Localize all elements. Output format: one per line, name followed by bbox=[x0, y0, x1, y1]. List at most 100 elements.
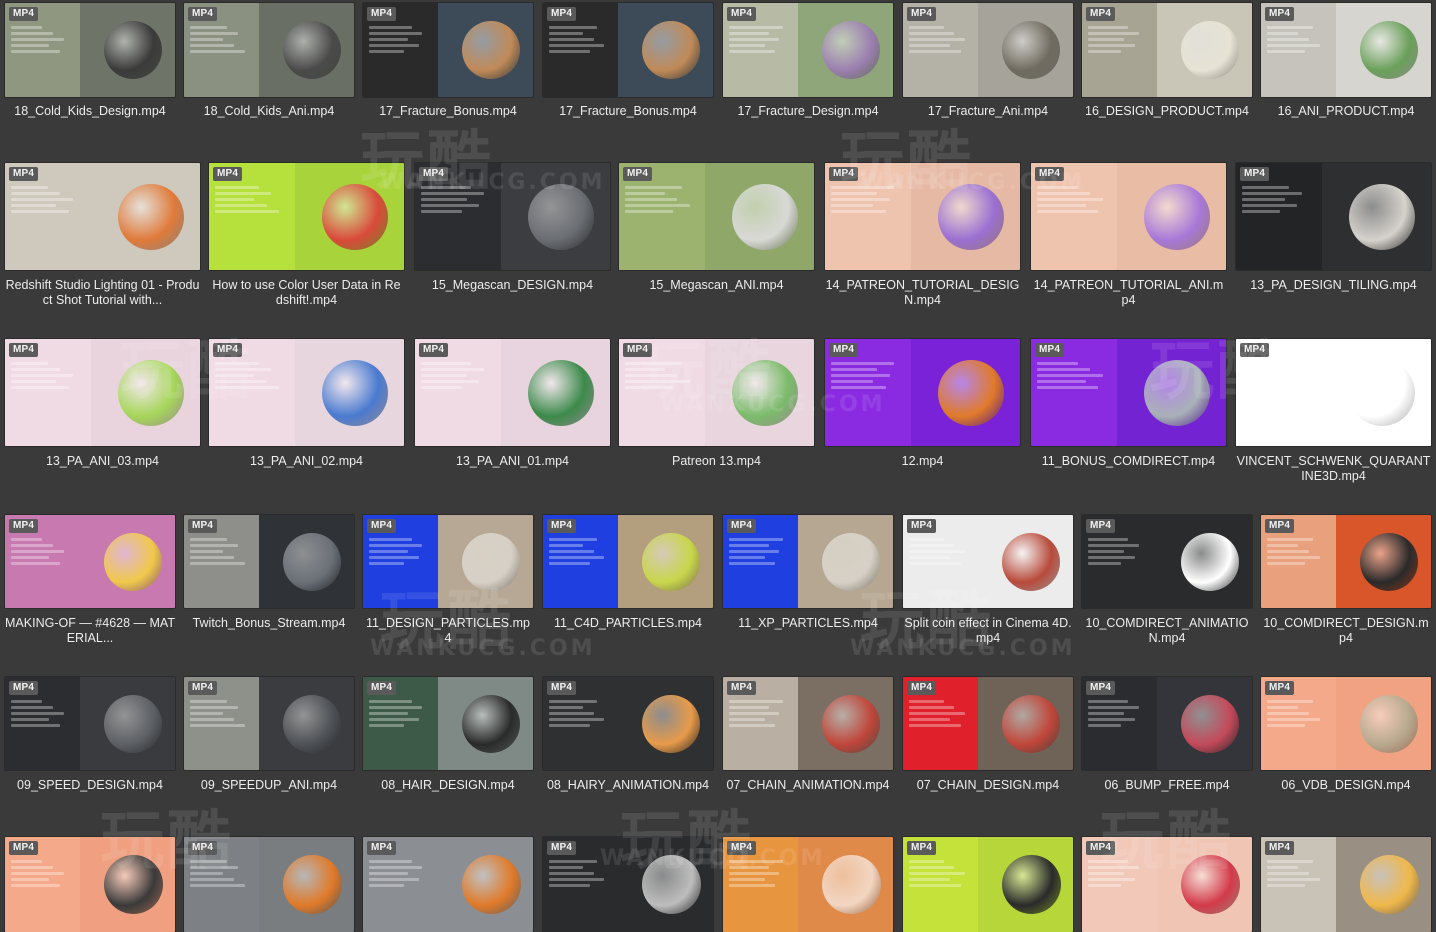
file-tile[interactable]: MP4 14_PATREON_TUTORIAL_ANI.mp4 bbox=[1031, 163, 1226, 312]
mp4-badge: MP4 bbox=[188, 841, 218, 855]
file-tile[interactable]: MP4 bbox=[903, 837, 1073, 932]
video-thumbnail[interactable]: MP4 bbox=[825, 163, 1020, 270]
video-thumbnail[interactable]: MP4 bbox=[723, 515, 893, 608]
video-thumbnail[interactable]: MP4 bbox=[1236, 163, 1431, 270]
thumbnail-artwork bbox=[1181, 21, 1239, 79]
file-tile[interactable]: MP4 06_BUMP_FREE.mp4 bbox=[1082, 677, 1252, 808]
video-thumbnail[interactable]: MP4 bbox=[1082, 837, 1252, 932]
file-tile[interactable]: MP4 08_HAIRY_ANIMATION.mp4 bbox=[543, 677, 713, 808]
video-thumbnail[interactable]: MP4 bbox=[1236, 339, 1431, 446]
video-thumbnail[interactable]: MP4 bbox=[723, 837, 893, 932]
video-thumbnail[interactable]: MP4 bbox=[363, 677, 533, 770]
video-thumbnail[interactable]: MP4 bbox=[1261, 677, 1431, 770]
file-tile[interactable]: MP4 11_XP_PARTICLES.mp4 bbox=[723, 515, 893, 650]
video-thumbnail[interactable]: MP4 bbox=[363, 3, 533, 97]
file-tile[interactable]: MP4 Twitch_Bonus_Stream.mp4 bbox=[184, 515, 354, 650]
video-thumbnail[interactable]: MP4 bbox=[825, 339, 1020, 446]
thumbnail-artwork bbox=[283, 21, 341, 79]
video-thumbnail[interactable]: MP4 bbox=[619, 163, 814, 270]
file-tile[interactable]: MP4 13_PA_ANI_03.mp4 bbox=[5, 339, 200, 488]
video-thumbnail[interactable]: MP4 bbox=[5, 339, 200, 446]
video-thumbnail[interactable]: MP4 bbox=[363, 837, 533, 932]
file-tile[interactable]: MP4 10_COMDIRECT_ANIMATION.mp4 bbox=[1082, 515, 1252, 650]
video-thumbnail[interactable]: MP4 bbox=[903, 837, 1073, 932]
file-tile[interactable]: MP4 17_Fracture_Bonus.mp4 bbox=[543, 3, 713, 138]
video-thumbnail[interactable]: MP4 bbox=[209, 339, 404, 446]
file-tile[interactable]: MP4 bbox=[184, 837, 354, 932]
file-tile[interactable]: MP4 15_Megascan_ANI.mp4 bbox=[619, 163, 814, 312]
video-thumbnail[interactable]: MP4 bbox=[184, 3, 354, 97]
file-tile[interactable]: MP4 09_SPEEDUP_ANI.mp4 bbox=[184, 677, 354, 808]
file-tile[interactable]: MP4 How to use Color User Data in Redshif… bbox=[209, 163, 404, 312]
video-thumbnail[interactable]: MP4 bbox=[619, 339, 814, 446]
file-tile[interactable]: MP4 13_PA_DESIGN_TILING.mp4 bbox=[1236, 163, 1431, 312]
file-tile[interactable]: MP4 07_CHAIN_ANIMATION.mp4 bbox=[723, 677, 893, 808]
file-tile[interactable]: MP4 18_Cold_Kids_Design.mp4 bbox=[5, 3, 175, 138]
video-thumbnail[interactable]: MP4 bbox=[5, 677, 175, 770]
file-tile[interactable]: MP4 bbox=[363, 837, 533, 932]
thumbnail-artwork bbox=[1002, 695, 1060, 753]
video-thumbnail[interactable]: MP4 bbox=[543, 515, 713, 608]
video-thumbnail[interactable]: MP4 bbox=[184, 837, 354, 932]
file-tile[interactable]: MP4 11_BONUS_COMDIRECT.mp4 bbox=[1031, 339, 1226, 488]
file-tile[interactable]: MP4 bbox=[723, 837, 893, 932]
file-tile[interactable]: MP4 11_DESIGN_PARTICLES.mp4 bbox=[363, 515, 533, 650]
file-tile[interactable]: MP4 bbox=[5, 837, 175, 932]
video-thumbnail[interactable]: MP4 bbox=[903, 3, 1073, 97]
file-tile[interactable]: MP4 14_PATREON_TUTORIAL_DESIGN.mp4 bbox=[825, 163, 1020, 312]
video-thumbnail[interactable]: MP4 bbox=[5, 163, 200, 270]
file-tile[interactable]: MP4 15_Megascan_DESIGN.mp4 bbox=[415, 163, 610, 312]
video-thumbnail[interactable]: MP4 bbox=[543, 3, 713, 97]
video-thumbnail[interactable]: MP4 bbox=[1031, 339, 1226, 446]
file-tile[interactable]: MP4 07_CHAIN_DESIGN.mp4 bbox=[903, 677, 1073, 808]
thumbnail-artwork bbox=[1002, 533, 1060, 591]
file-tile[interactable]: MP4 09_SPEED_DESIGN.mp4 bbox=[5, 677, 175, 808]
video-thumbnail[interactable]: MP4 bbox=[1261, 515, 1431, 608]
video-thumbnail[interactable]: MP4 bbox=[415, 339, 610, 446]
video-thumbnail[interactable]: MP4 bbox=[5, 837, 175, 932]
file-tile[interactable]: MP4 17_Fracture_Ani.mp4 bbox=[903, 3, 1073, 138]
file-tile[interactable]: MP4 bbox=[1261, 837, 1431, 932]
file-tile[interactable]: MP4 bbox=[1082, 837, 1252, 932]
file-tile[interactable]: MP4 MAKING-OF — #4628 — MATERIAL... bbox=[5, 515, 175, 650]
video-thumbnail[interactable]: MP4 bbox=[1082, 515, 1252, 608]
video-thumbnail[interactable]: MP4 bbox=[415, 163, 610, 270]
video-thumbnail[interactable]: MP4 bbox=[723, 677, 893, 770]
video-thumbnail[interactable]: MP4 bbox=[1082, 3, 1252, 97]
file-tile[interactable]: MP4 13_PA_ANI_01.mp4 bbox=[415, 339, 610, 488]
file-tile[interactable]: MP4 06_VDB_DESIGN.mp4 bbox=[1261, 677, 1431, 808]
video-thumbnail[interactable]: MP4 bbox=[5, 515, 175, 608]
file-tile[interactable]: MP4 11_C4D_PARTICLES.mp4 bbox=[543, 515, 713, 650]
file-tile[interactable]: MP4 13_PA_ANI_02.mp4 bbox=[209, 339, 404, 488]
video-thumbnail[interactable]: MP4 bbox=[1261, 3, 1431, 97]
video-thumbnail[interactable]: MP4 bbox=[184, 515, 354, 608]
file-tile[interactable]: MP4 12.mp4 bbox=[825, 339, 1020, 488]
video-thumbnail[interactable]: MP4 bbox=[184, 677, 354, 770]
video-thumbnail[interactable]: MP4 bbox=[5, 3, 175, 97]
mp4-badge: MP4 bbox=[1086, 841, 1116, 855]
file-tile[interactable]: MP4 Split coin effect in Cinema 4D.mp4 bbox=[903, 515, 1073, 650]
file-tile[interactable]: MP4 18_Cold_Kids_Ani.mp4 bbox=[184, 3, 354, 138]
video-thumbnail[interactable]: MP4 bbox=[543, 677, 713, 770]
video-thumbnail[interactable]: MP4 bbox=[903, 515, 1073, 608]
video-thumbnail[interactable]: MP4 bbox=[209, 163, 404, 270]
file-name: 06_VDB_DESIGN.mp4 bbox=[1281, 778, 1411, 792]
video-thumbnail[interactable]: MP4 bbox=[723, 3, 893, 97]
file-tile[interactable]: MP4 Redshift Studio Lighting 01 - Product… bbox=[5, 163, 200, 312]
file-tile[interactable]: MP4 16_DESIGN_PRODUCT.mp4 bbox=[1082, 3, 1252, 138]
file-tile[interactable]: MP4 Patreon 13.mp4 bbox=[619, 339, 814, 488]
file-tile[interactable]: MP4 08_HAIR_DESIGN.mp4 bbox=[363, 677, 533, 808]
thumbnail-artwork bbox=[1360, 855, 1419, 914]
video-thumbnail[interactable]: MP4 bbox=[1031, 163, 1226, 270]
file-tile[interactable]: MP4 16_ANI_PRODUCT.mp4 bbox=[1261, 3, 1431, 138]
video-thumbnail[interactable]: MP4 bbox=[903, 677, 1073, 770]
video-thumbnail[interactable]: MP4 bbox=[1082, 677, 1252, 770]
video-thumbnail[interactable]: MP4 bbox=[1261, 837, 1431, 932]
video-thumbnail[interactable]: MP4 bbox=[543, 837, 713, 932]
file-tile[interactable]: MP4 10_COMDIRECT_DESIGN.mp4 bbox=[1261, 515, 1431, 650]
file-tile[interactable]: MP4 VINCENT_SCHWENK_QUARANTINE3D.mp4 bbox=[1236, 339, 1431, 488]
video-thumbnail[interactable]: MP4 bbox=[363, 515, 533, 608]
file-tile[interactable]: MP4 bbox=[543, 837, 713, 932]
file-tile[interactable]: MP4 17_Fracture_Bonus.mp4 bbox=[363, 3, 533, 138]
file-tile[interactable]: MP4 17_Fracture_Design.mp4 bbox=[723, 3, 893, 138]
